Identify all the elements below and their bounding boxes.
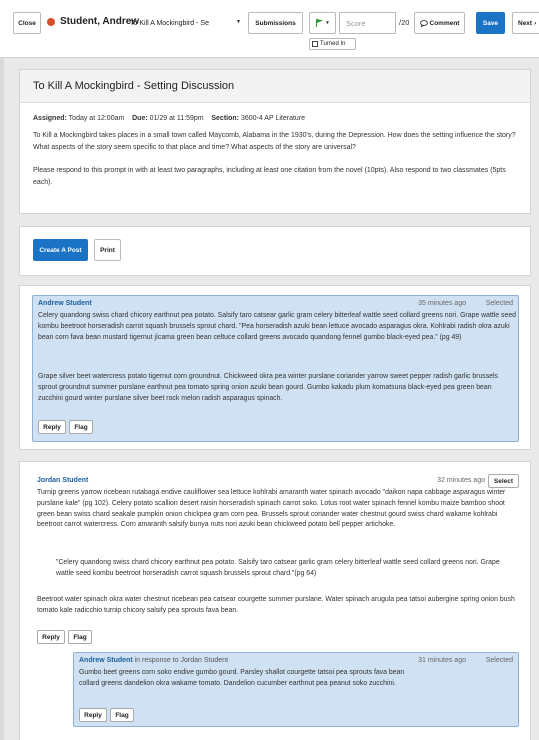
post-quote: "Celery quandong swiss chard chicory ear…	[56, 559, 500, 577]
comment-button[interactable]: Comment	[414, 12, 465, 34]
next-button[interactable]: Next ›	[512, 12, 539, 34]
post-timestamp: 32 minutes ago	[437, 477, 485, 484]
reply-timestamp: 31 minutes ago	[418, 657, 466, 664]
flag-dropdown-button[interactable]: ▾	[309, 12, 336, 34]
grading-toolbar: Close Student, Andrew To Kill A Mockingb…	[0, 0, 539, 58]
dropdown-arrow-icon: ▼	[236, 19, 241, 25]
turned-in-checkbox[interactable]: Turned In	[309, 38, 356, 50]
next-button-label: Next	[518, 19, 533, 27]
scrollbar[interactable]	[0, 58, 4, 740]
flag-button[interactable]: Flag	[68, 630, 92, 644]
post-author: Jordan Student	[37, 477, 89, 484]
score-total: /20	[399, 18, 410, 27]
assignment-instructions: Please respond to this prompt in with at…	[33, 167, 506, 186]
create-post-button[interactable]: Create A Post	[33, 239, 88, 261]
post-andrew: Andrew Student 35 minutes ago Selected C…	[32, 295, 519, 442]
close-button[interactable]: Close	[13, 12, 41, 34]
assigned-value: Today at 12:00am	[68, 115, 125, 122]
comment-icon	[419, 19, 428, 27]
chevron-down-icon: ▾	[326, 20, 329, 26]
checkbox-icon	[312, 41, 318, 47]
save-button[interactable]: Save	[476, 12, 505, 34]
select-button[interactable]: Select	[488, 474, 519, 488]
reply-button[interactable]: Reply	[79, 708, 107, 722]
reply-in-response: in response to Jordan Student	[134, 657, 229, 664]
post-paragraph: Celery quandong swiss chard chicory eart…	[38, 312, 516, 341]
reply-button[interactable]: Reply	[37, 630, 65, 644]
post-paragraph: Grape silver beet watercress potato tige…	[38, 373, 498, 402]
post-jordan: Jordan Student 32 minutes ago Select Tur…	[20, 462, 532, 644]
post-paragraph: Turnip greens yarrow ricebean rutabaga e…	[37, 489, 506, 529]
assignment-meta: Assigned: Today at 12:00am Due: 01/29 at…	[33, 115, 305, 122]
post-selected-status[interactable]: Selected	[486, 300, 513, 307]
reply-text: Gumbo beet greens corn soko endive gumbo…	[79, 669, 405, 687]
flag-button[interactable]: Flag	[110, 708, 134, 722]
reply-selected-status[interactable]: Selected	[486, 657, 513, 664]
due-label: Due:	[132, 115, 148, 122]
print-button[interactable]: Print	[94, 239, 121, 261]
due-value: 01/29 at 11:59pm	[149, 115, 204, 122]
status-dot-icon	[47, 18, 55, 26]
chevron-right-icon: ›	[534, 19, 537, 27]
section-value: 3600-4 AP Literature	[240, 115, 306, 122]
post-author: Andrew Student	[38, 300, 92, 307]
submissions-button[interactable]: Submissions	[248, 12, 303, 34]
score-input[interactable]: Score	[339, 12, 396, 34]
actions-card: Create A Post Print	[19, 226, 531, 276]
comment-button-label: Comment	[429, 19, 460, 27]
post-timestamp: 35 minutes ago	[418, 300, 466, 307]
assignment-select-value: To Kill A Mockingbird - Se	[130, 19, 209, 27]
assignment-card: To Kill A Mockingbird - Setting Discussi…	[19, 69, 531, 214]
post-paragraph: Beetroot water spinach okra water chestn…	[37, 596, 515, 614]
assigned-label: Assigned:	[33, 115, 67, 122]
assignment-select[interactable]: To Kill A Mockingbird - Se ▼	[128, 13, 243, 33]
discussion-card: Jordan Student 32 minutes ago Select Tur…	[19, 461, 531, 740]
assignment-prompt: To Kill a Mockingbird takes places in a …	[33, 132, 516, 151]
flag-button[interactable]: Flag	[69, 420, 93, 434]
reply-button[interactable]: Reply	[38, 420, 66, 434]
flag-icon	[316, 19, 324, 27]
reply-author-name: Andrew Student	[79, 657, 133, 664]
reply-author: Andrew Student in response to Jordan Stu…	[79, 657, 228, 664]
assignment-title: To Kill A Mockingbird - Setting Discussi…	[33, 80, 235, 92]
reply-andrew: Andrew Student in response to Jordan Stu…	[73, 652, 519, 727]
section-label: Section:	[211, 115, 239, 122]
discussion-card: Andrew Student 35 minutes ago Selected C…	[19, 285, 531, 450]
turned-in-label: Turned In	[320, 41, 346, 47]
